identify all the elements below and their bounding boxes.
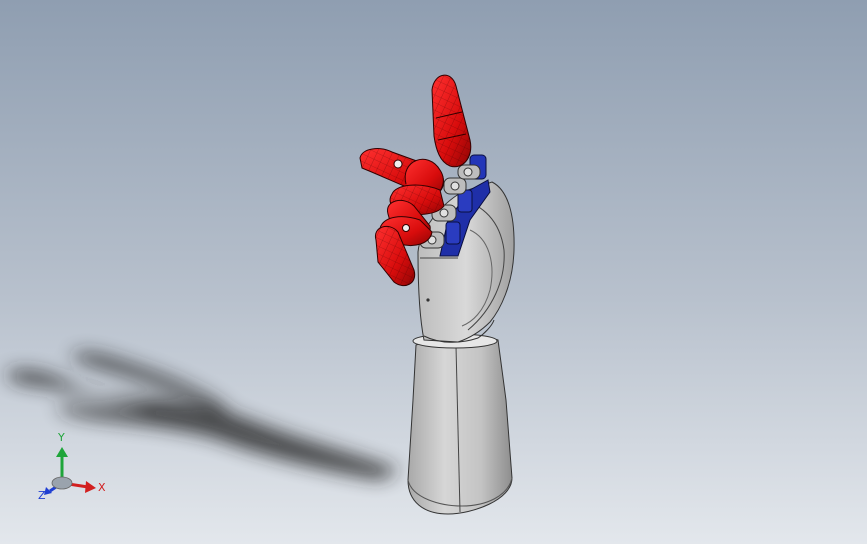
view-orientation-triad[interactable]: Y X Z: [30, 425, 110, 505]
x-axis-label: X: [98, 481, 106, 494]
y-axis-arrow: [56, 447, 68, 457]
robotic-hand-model-scene[interactable]: [0, 0, 867, 544]
cad-graphics-viewport[interactable]: Y X Z: [0, 0, 867, 544]
x-axis-arrow: [85, 481, 96, 493]
triad-origin: [51, 476, 73, 490]
forearm-shell[interactable]: [407, 333, 513, 515]
y-axis-label: Y: [57, 431, 65, 444]
z-axis-label: Z: [38, 489, 46, 502]
